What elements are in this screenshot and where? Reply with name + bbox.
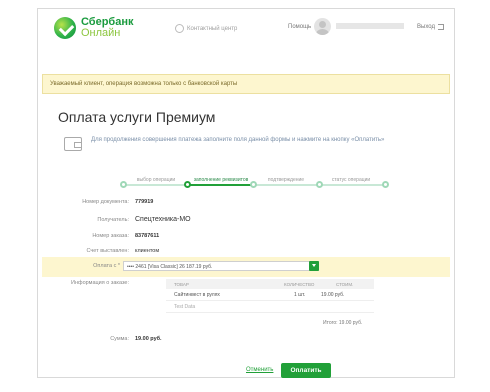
payfrom-label: Оплата с * bbox=[93, 263, 120, 269]
table-row: Сайтинвест в рулях 1 шт. 19.00 руб. bbox=[166, 289, 374, 301]
step-dot-2 bbox=[184, 181, 191, 188]
steps-line-2 bbox=[188, 184, 254, 186]
invoice-value: клиентом bbox=[135, 248, 160, 254]
wallet-icon bbox=[64, 137, 82, 151]
order-number-value: 83787611 bbox=[135, 233, 160, 239]
logout-link[interactable]: Выход bbox=[417, 24, 444, 30]
step-label-2: заполнение реквизитов bbox=[193, 177, 249, 183]
table-cell: Сайтинвест в рулях bbox=[174, 292, 220, 298]
recipient-value: Спецтехника-МО bbox=[135, 216, 191, 223]
orderinfo-label: Информация о заказе: bbox=[71, 280, 129, 286]
order-table: ТОВАР КОЛИЧЕСТВО СТОИМ. Сайтинвест в рул… bbox=[166, 279, 374, 313]
logo-line2: Онлайн bbox=[81, 27, 121, 39]
help-link[interactable]: Помощь bbox=[288, 24, 311, 30]
form-hint: Для продолжения совершения платежа запол… bbox=[91, 137, 385, 143]
order-number-label: Номер заказа: bbox=[92, 233, 129, 239]
steps-line-1 bbox=[123, 184, 188, 186]
avatar-icon[interactable] bbox=[314, 18, 331, 35]
table-cell: 1 шт. bbox=[294, 292, 306, 298]
sberbank-logo-icon bbox=[54, 17, 76, 39]
step-label-1: выбор операции bbox=[136, 177, 176, 183]
logout-icon bbox=[437, 24, 444, 30]
sum-label: Сумма: bbox=[110, 336, 129, 342]
phone-icon bbox=[175, 24, 184, 33]
recipient-label: Получатель: bbox=[97, 217, 129, 223]
table-header-cell: ТОВАР bbox=[174, 282, 189, 287]
contact-center-link[interactable]: Контактный центр bbox=[175, 24, 237, 33]
table-header-cell: СТОИМ. bbox=[336, 282, 354, 287]
payfrom-select[interactable]: •••• 2461 [Visa Classic] 26 187.19 руб. bbox=[123, 261, 319, 271]
logo-text: Сбербанк Онлайн bbox=[81, 17, 134, 39]
table-cell: Test Data bbox=[174, 304, 196, 310]
page: Сбербанк Онлайн Контактный центр Помощь … bbox=[0, 0, 490, 392]
sberbank-logo[interactable]: Сбербанк Онлайн bbox=[54, 17, 134, 39]
step-dot-3 bbox=[250, 181, 257, 188]
doc-number-label: Номер документа: bbox=[82, 199, 129, 205]
step-dot-4 bbox=[316, 181, 323, 188]
payfrom-selected-value: •••• 2461 [Visa Classic] 26 187.19 руб. bbox=[127, 264, 213, 270]
table-header-cell: КОЛИЧЕСТВО bbox=[284, 282, 315, 287]
order-total: Итого: 19.00 руб. bbox=[323, 320, 363, 326]
table-cell: 19.00 руб. bbox=[321, 292, 345, 298]
step-label-4: статус операции bbox=[331, 177, 371, 183]
username-redacted bbox=[336, 23, 404, 29]
step-dot-5 bbox=[382, 181, 389, 188]
warning-banner: Уважаемый клиент, операция возможна толь… bbox=[42, 74, 450, 94]
cancel-button[interactable]: Отменить bbox=[246, 367, 273, 373]
page-title: Оплата услуги Премиум bbox=[58, 109, 216, 125]
pay-button[interactable]: Оплатить bbox=[281, 363, 331, 378]
step-dot-1 bbox=[120, 181, 127, 188]
logout-label: Выход bbox=[417, 24, 435, 30]
main-window: Сбербанк Онлайн Контактный центр Помощь … bbox=[37, 8, 455, 378]
doc-number-value: 779919 bbox=[135, 199, 154, 205]
sum-value: 19.00 руб. bbox=[135, 336, 162, 342]
step-label-3: подтверждение bbox=[267, 177, 305, 183]
invoice-label: Счет выставлен: bbox=[86, 248, 129, 254]
chevron-down-icon[interactable] bbox=[309, 261, 319, 271]
table-header: ТОВАР КОЛИЧЕСТВО СТОИМ. bbox=[166, 279, 374, 289]
table-row: Test Data bbox=[166, 301, 374, 313]
contact-center-label: Контактный центр bbox=[187, 25, 238, 32]
